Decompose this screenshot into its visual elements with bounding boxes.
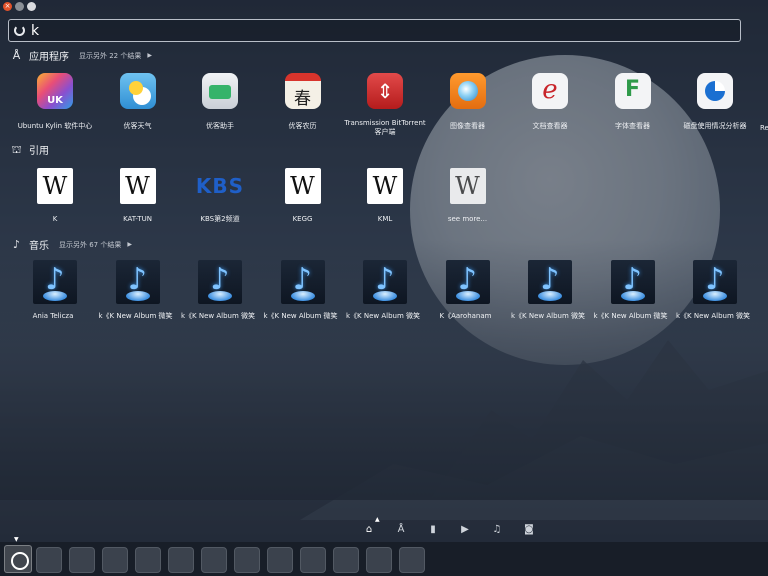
photo-icon[interactable]: ◙ [522, 523, 536, 537]
wikipedia-icon: W [37, 168, 73, 204]
music-label: k《K New Album 微笑 [263, 312, 338, 320]
music-note-icon: ♪ [280, 260, 325, 304]
section-header-music[interactable]: ♪ 音乐 显示另外 67 个结果 ▶ [10, 237, 132, 252]
music-note-icon: ♪ [33, 260, 77, 304]
app-label: 磁盘使用情况分析器 [683, 122, 747, 130]
wikipedia-icon: W [367, 168, 403, 204]
home-icon[interactable]: ⌂ [362, 523, 376, 537]
music-label: K《Aarohanam [439, 312, 492, 320]
window-controls: × [3, 2, 36, 11]
section-header-applications[interactable]: Å 应用程序 显示另外 22 个结果 ▶ [10, 48, 152, 63]
music-label: k《K New Album 微笑 [180, 312, 256, 320]
show-more-results-link[interactable]: 显示另外 67 个结果 [59, 240, 121, 250]
music-note-icon: ♪ [12, 238, 21, 251]
chevron-right-icon: ▶ [147, 52, 152, 59]
assistant-dock-icon[interactable] [267, 547, 293, 573]
document-viewer-icon [532, 73, 568, 109]
music-label: k《K New Album 微笑 [345, 312, 421, 320]
image-viewer-icon [449, 73, 486, 109]
music-note-icon: ♪ [693, 260, 737, 304]
dash-home-button[interactable] [4, 545, 32, 573]
scope-filter-bar: ⌂ Å ▮ ▶ ♫ ◙ [362, 523, 536, 537]
music-note-icon: ♪ [445, 260, 490, 304]
reference-label: K [52, 215, 58, 223]
app-label: 字体查看器 [615, 122, 650, 130]
files-icon[interactable]: ▮ [426, 523, 440, 537]
music-label: k《K New Album 微笑 [593, 312, 668, 320]
app-label: 文档查看器 [532, 122, 568, 130]
reference-label: KBS第2频道 [200, 215, 240, 223]
folder-dock-icon[interactable] [399, 547, 425, 573]
kylin-store-dock-icon[interactable] [234, 547, 260, 573]
music-note-icon: ♪ [363, 260, 407, 304]
app-label: Ubuntu Kylin 软件中心 [17, 122, 93, 130]
calc-dock-icon[interactable] [168, 547, 194, 573]
library-icon: ⛫ [11, 143, 22, 156]
writer-dock-icon[interactable] [135, 547, 161, 573]
minimize-button[interactable] [15, 2, 24, 11]
music-note-icon: ♪ [610, 260, 655, 304]
search-bar [8, 19, 741, 42]
transmission-icon [367, 73, 403, 109]
reference-label: KAT-TUN [123, 215, 152, 223]
weather-icon [119, 73, 156, 109]
music-note-icon: ♪ [528, 260, 572, 304]
app-label: 优客天气 [123, 122, 152, 130]
app-label: Transmission BitTorrent 客户端 [344, 119, 426, 136]
kbs-logo-icon: KBS [195, 174, 245, 198]
assistant-icon [202, 73, 238, 109]
ubuntu-kylin-store-icon [37, 73, 73, 109]
media-dock-icon[interactable] [333, 547, 359, 573]
music-label: k《K New Album 微笑 [675, 312, 751, 320]
music-label: Ania Telicza [32, 312, 74, 320]
applications-icon[interactable]: Å [394, 523, 408, 537]
close-button[interactable]: × [3, 2, 12, 11]
app-label: 优客助手 [206, 122, 234, 130]
browser-dock-icon[interactable] [102, 547, 128, 573]
app-label: 优客农历 [288, 122, 317, 130]
music-note-icon: ♪ [198, 260, 242, 304]
folder-dock-icon[interactable] [366, 547, 392, 573]
section-title: 音乐 [29, 241, 49, 252]
wikipedia-icon: W [284, 168, 321, 204]
font-viewer-icon [614, 73, 651, 109]
music-label: k《K New Album 微笑 [98, 312, 173, 320]
show-more-results-link[interactable]: 显示另外 22 个结果 [79, 51, 141, 61]
music-label: k《K New Album 微笑 [510, 312, 586, 320]
chevron-right-icon: ▶ [127, 241, 132, 248]
search-input[interactable] [31, 21, 731, 40]
music-icon[interactable]: ♫ [490, 523, 504, 537]
wikipedia-icon: W [449, 168, 486, 204]
app-label-overflow: Re [760, 124, 768, 132]
section-title: 应用程序 [29, 52, 69, 63]
reference-label: KML [377, 215, 393, 223]
active-filter-indicator: ▲ [375, 516, 380, 523]
section-header-references[interactable]: ⛫ 引用 [10, 142, 49, 157]
reference-label: KEGG [292, 215, 313, 223]
calendar-icon [284, 73, 321, 109]
applications-icon: Å [12, 49, 21, 62]
wikipedia-icon: W [119, 168, 156, 204]
launcher-arrow-icon: ▼ [14, 536, 19, 543]
files-dock-icon[interactable] [36, 547, 62, 573]
music-note-icon: ♪ [115, 260, 160, 304]
reference-label: see more... [447, 215, 488, 223]
app-label: 图像查看器 [450, 122, 485, 130]
impress-dock-icon[interactable] [201, 547, 227, 573]
disk-usage-icon [697, 73, 733, 109]
trash-dock-icon[interactable] [69, 547, 95, 573]
section-title: 引用 [29, 146, 49, 157]
terminal-dock-icon[interactable] [300, 547, 326, 573]
video-icon[interactable]: ▶ [458, 523, 472, 537]
search-spinner-icon [14, 25, 25, 36]
maximize-button[interactable] [27, 2, 36, 11]
